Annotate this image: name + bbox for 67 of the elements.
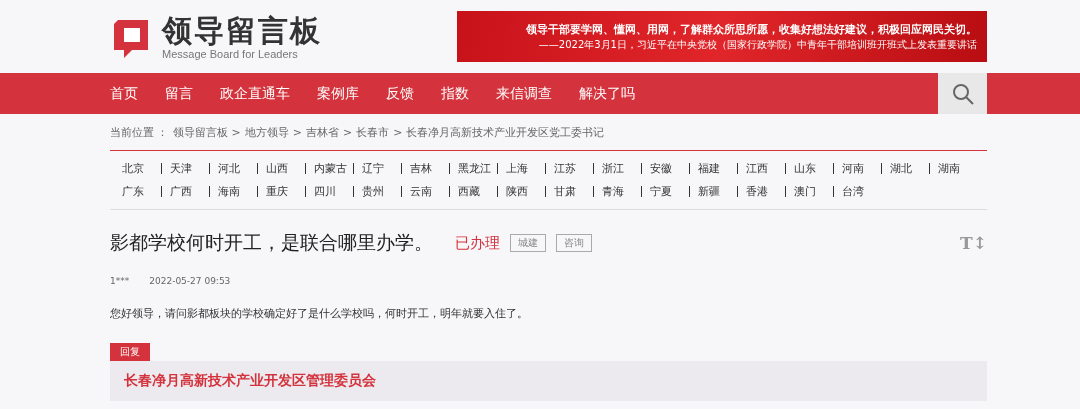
region-link[interactable]: 河北 bbox=[218, 161, 266, 176]
breadcrumb-link[interactable]: 吉林省 bbox=[305, 124, 339, 140]
region-link[interactable]: 香港 bbox=[746, 184, 794, 199]
region-link[interactable]: 辽宁 bbox=[362, 161, 410, 176]
region-link[interactable]: 海南 bbox=[218, 184, 266, 199]
region-link[interactable]: 宁夏 bbox=[650, 184, 698, 199]
region-link[interactable]: 天津 bbox=[170, 161, 218, 176]
breadcrumb-separator: > bbox=[231, 125, 241, 139]
region-link[interactable]: 上海 bbox=[506, 161, 554, 176]
breadcrumb-separator: > bbox=[393, 125, 403, 139]
search-button[interactable] bbox=[938, 73, 987, 114]
region-link[interactable]: 新疆 bbox=[698, 184, 746, 199]
region-link[interactable]: 台湾 bbox=[842, 184, 890, 199]
nav-link[interactable]: 反馈 bbox=[386, 84, 414, 103]
region-link[interactable]: 广西 bbox=[170, 184, 218, 199]
message-body: 您好领导，请问影都板块的学校确定好了是什么学校吗，何时开工，明年就要入住了。 bbox=[110, 306, 529, 321]
region-link[interactable]: 江西 bbox=[746, 161, 794, 176]
reply-label: 回复 bbox=[110, 343, 150, 361]
post-time: 2022-05-27 09:53 bbox=[149, 276, 231, 286]
region-link[interactable]: 云南 bbox=[410, 184, 458, 199]
region-link[interactable]: 青海 bbox=[602, 184, 650, 199]
region-link[interactable]: 浙江 bbox=[602, 161, 650, 176]
region-link[interactable]: 重庆 bbox=[266, 184, 314, 199]
nav-link[interactable]: 首页 bbox=[110, 84, 138, 103]
search-icon bbox=[950, 81, 975, 106]
breadcrumb-link[interactable]: 地方领导 bbox=[244, 124, 289, 140]
region-link[interactable]: 福建 bbox=[698, 161, 746, 176]
region-link[interactable]: 西藏 bbox=[458, 184, 506, 199]
nav-link[interactable]: 指数 bbox=[441, 84, 469, 103]
breadcrumb-link[interactable]: 长春净月高新技术产业开发区党工委书记 bbox=[406, 124, 605, 140]
region-link[interactable]: 湖南 bbox=[938, 161, 986, 176]
breadcrumb-separator: > bbox=[292, 125, 302, 139]
region-link[interactable]: 甘肃 bbox=[554, 184, 602, 199]
logo-subtitle: Message Board for Leaders bbox=[162, 47, 299, 60]
logo-title: 领导留言板 bbox=[162, 13, 322, 48]
region-link[interactable]: 广东 bbox=[122, 184, 170, 199]
breadcrumb-link[interactable]: 领导留言板 bbox=[172, 124, 228, 140]
nav-link[interactable]: 留言 bbox=[165, 84, 193, 103]
nav-link[interactable]: 解决了吗 bbox=[579, 84, 635, 103]
banner-source: ——2022年3月1日，习近平在中央党校（国家行政学院）中青年干部培训班开班式上发表重要讲话 bbox=[537, 38, 977, 51]
nav-link[interactable]: 来信调查 bbox=[496, 84, 552, 103]
region-link[interactable]: 河南 bbox=[842, 161, 890, 176]
reply-organization: 长春净月高新技术产业开发区管理委员会 bbox=[124, 372, 376, 390]
region-link[interactable]: 澳门 bbox=[794, 184, 842, 199]
category-tag: 城建 bbox=[510, 234, 546, 252]
status-label: 已办理 bbox=[455, 233, 500, 253]
region-link[interactable]: 陕西 bbox=[506, 184, 554, 199]
region-link[interactable]: 四川 bbox=[314, 184, 362, 199]
region-link[interactable]: 贵州 bbox=[362, 184, 410, 199]
region-link[interactable]: 黑龙江 bbox=[458, 161, 506, 176]
breadcrumb-separator: > bbox=[342, 125, 353, 139]
banner-headline: 领导干部要学网、懂网、用网，了解群众所思所愿，收集好想法好建议，积极回应网民关切。 bbox=[526, 22, 977, 36]
category-tag: 咨询 bbox=[556, 234, 592, 252]
breadcrumb-link[interactable]: 长春市 bbox=[356, 124, 390, 140]
region-link[interactable]: 山西 bbox=[266, 161, 314, 176]
region-link[interactable]: 江苏 bbox=[554, 161, 602, 176]
nav-link[interactable]: 案例库 bbox=[317, 84, 359, 103]
nav-link[interactable]: 政企直通车 bbox=[220, 84, 290, 103]
region-link[interactable]: 吉林 bbox=[410, 161, 458, 176]
region-link[interactable]: 北京 bbox=[122, 161, 170, 176]
region-link[interactable]: 湖北 bbox=[890, 161, 938, 176]
region-link[interactable]: 山东 bbox=[794, 161, 842, 176]
message-title: 影都学校何时开工，是联合哪里办学。 bbox=[110, 230, 433, 255]
region-link[interactable]: 内蒙古 bbox=[314, 161, 362, 176]
author-name: 1*** bbox=[110, 276, 130, 286]
region-link[interactable]: 安徽 bbox=[650, 161, 698, 176]
breadcrumb-label: 当前位置 ： bbox=[110, 124, 169, 140]
